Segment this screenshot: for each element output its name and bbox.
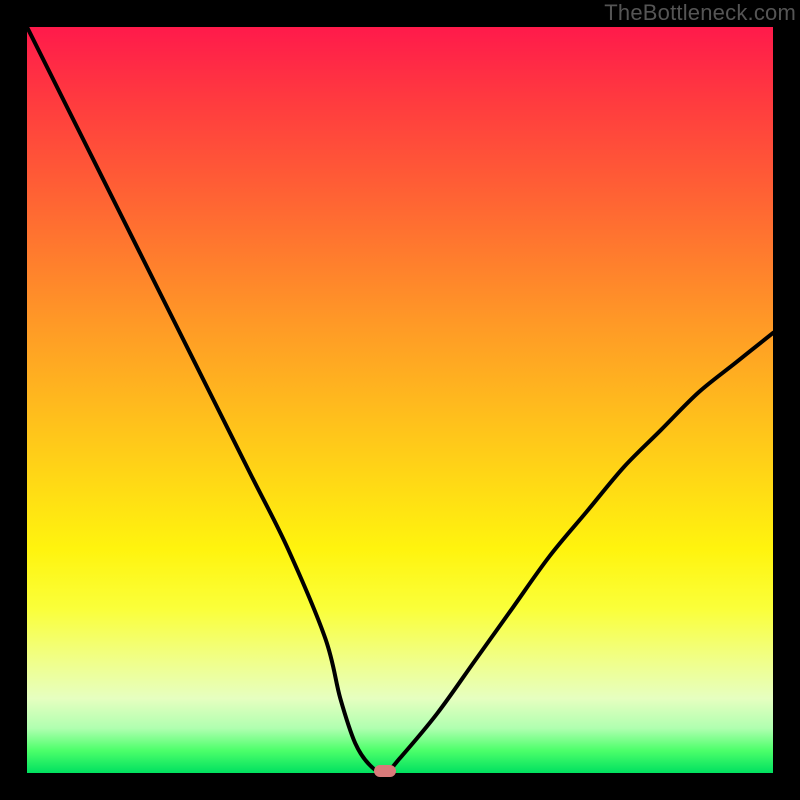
optimal-marker — [374, 765, 396, 777]
watermark-text: TheBottleneck.com — [604, 0, 796, 26]
plot-area — [27, 27, 773, 773]
bottleneck-curve — [27, 27, 773, 773]
chart-frame: TheBottleneck.com — [0, 0, 800, 800]
